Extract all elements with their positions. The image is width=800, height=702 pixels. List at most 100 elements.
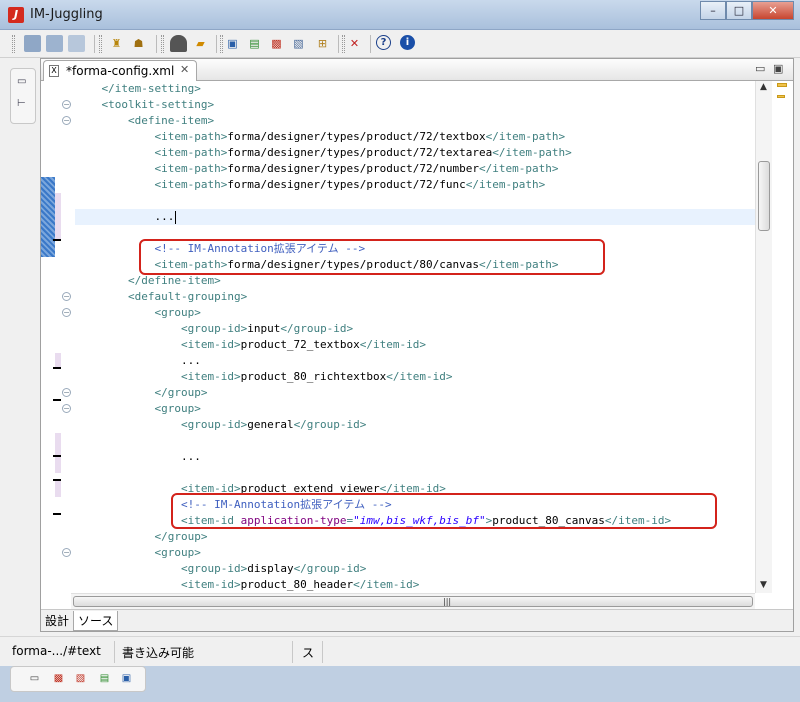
code-token: </group> [154,386,208,399]
code-token: general [247,418,294,431]
save-all-icon[interactable] [68,35,85,52]
code-line[interactable]: <group-id>general</group-id> [75,417,366,433]
image-edit-icon[interactable]: ▧ [290,35,307,52]
minimized-views-dock: ▭ ▩ ▧ ▤ ▣ [10,666,146,692]
code-token: <group-id> [180,418,248,431]
code-line[interactable]: <default-grouping> [75,289,247,305]
code-token: </item-id> [359,338,427,351]
tools-icon[interactable]: ✕ [346,35,363,52]
close-button[interactable]: ✕ [752,1,794,20]
vertical-scrollbar[interactable]: ▲ ▼ [755,81,772,593]
code-line[interactable]: </item-setting> [75,81,201,97]
image-view-icon[interactable]: ▩ [51,672,66,686]
restore-view-icon[interactable]: ▭ [17,77,29,87]
info-icon[interactable]: i [400,35,415,50]
code-token: display [247,562,294,575]
horizontal-scrollbar[interactable]: ||| [71,593,755,609]
editor-panel: X *forma-config.xml ✕ ▭ ▣ − − − − − − − … [40,58,794,632]
code-line[interactable]: <item-path>forma/designer/types/product/… [75,161,558,177]
status-node-path: forma-.../#text [12,644,101,658]
image-edit-view-icon[interactable]: ▧ [73,672,88,686]
change-indicator [41,177,55,257]
helmet-icon[interactable] [170,35,187,52]
horizontal-scroll-thumb[interactable] [73,596,753,607]
vertical-scroll-thumb[interactable] [758,161,770,231]
tab-design[interactable]: 設計 [41,611,73,631]
scroll-down-icon[interactable]: ▼ [760,580,767,590]
save-icon[interactable] [24,35,41,52]
warning-marker-icon[interactable] [777,83,787,87]
code-line[interactable]: </define-item> [75,273,221,289]
highlight-box-define-item [139,239,605,275]
minimize-button[interactable]: – [700,1,726,20]
code-line[interactable]: <group> [75,305,200,321]
help-icon[interactable]: ? [376,35,391,50]
tab-source[interactable]: ソース [73,611,119,631]
code-line[interactable]: <group-id>input</group-id> [75,321,353,337]
code-line[interactable]: ... [75,449,201,465]
server-view-icon[interactable]: ▤ [97,672,112,686]
code-line[interactable]: <group-id>display</group-id> [75,561,366,577]
code-line[interactable]: <group> [75,401,200,417]
code-token: </group> [154,530,208,543]
tree-icon[interactable]: ⊞ [314,35,331,52]
code-token: <item-path> [154,146,228,159]
code-token: <item-id> [180,370,241,383]
save-as-icon[interactable] [46,35,63,52]
code-line[interactable]: <item-path>forma/designer/types/product/… [75,129,565,145]
main-toolbar: ♜ ☗ ▰ ▣ ▤ ▩ ▧ ⊞ ✕ ? i [0,30,800,58]
properties-icon[interactable]: ☗ [130,35,147,52]
code-line[interactable]: <item-path>forma/designer/types/product/… [75,145,571,161]
maximize-button[interactable]: □ [726,1,752,20]
editor-tab[interactable]: X *forma-config.xml ✕ [43,60,197,82]
code-line[interactable]: ... [75,353,201,369]
xml-source-editor[interactable]: − − − − − − − </item-setting> <toolkit-s… [41,81,793,609]
minimize-panel-icon[interactable]: ▭ [755,62,765,75]
code-line[interactable]: <item-id>product_80_richtextbox</item-id… [75,369,453,385]
code-token: </item-path> [485,130,566,143]
code-token: forma/designer/types/product/72/textbox [227,130,486,143]
code-line[interactable]: <item-id>product_80_header</item-id> [75,577,419,593]
code-line[interactable]: <define-item> [75,113,214,129]
open-folder-icon[interactable]: ▰ [192,35,209,52]
code-line[interactable]: <group> [75,545,201,561]
add-server-icon[interactable]: ▤ [246,35,263,52]
title-bar: J IM-Juggling – □ ✕ [0,0,800,30]
deploy-icon[interactable]: ♜ [108,35,125,52]
code-token: product_80_richtextbox [240,370,387,383]
close-tab-icon[interactable]: ✕ [180,63,189,76]
code-token: input [247,322,281,335]
code-token: </item-setting> [101,82,201,95]
code-line[interactable]: </group> [75,385,207,401]
xml-file-icon: X [49,65,59,77]
code-token: <toolkit-setting> [101,98,215,111]
code-line[interactable]: ... [75,209,755,225]
status-extra: ス [302,646,315,660]
code-token: product_72_textbox [240,338,360,351]
highlight-box-grouping [171,493,717,529]
toolbar-grip-2[interactable] [99,35,102,53]
maximize-panel-icon[interactable]: ▣ [773,62,783,75]
outline-view-icon[interactable]: ⊢ [17,99,29,109]
monitor-icon[interactable]: ▣ [224,35,241,52]
code-line[interactable]: <item-path>forma/designer/types/product/… [75,177,545,193]
console-view-icon[interactable]: ▣ [119,672,134,686]
code-token: <item-path> [154,130,228,143]
overview-ruler[interactable] [773,81,793,593]
toolbar-grip[interactable] [12,35,15,53]
toolbar-grip-4[interactable] [220,35,223,53]
scroll-up-icon[interactable]: ▲ [760,82,767,92]
restore-icon[interactable]: ▭ [27,672,42,686]
code-line[interactable]: <toolkit-setting> [75,97,215,113]
toolbar-grip-3[interactable] [161,35,164,53]
toolbar-grip-5[interactable] [342,35,345,53]
image-icon[interactable]: ▩ [268,35,285,52]
code-line[interactable]: </group> [75,529,207,545]
code-token: <group> [154,546,201,559]
code-token: forma/designer/types/product/72/number [227,162,480,175]
code-token: <item-path> [154,162,228,175]
code-token: </group-id> [293,562,367,575]
code-token: ... [154,210,175,223]
code-token: product_80_header [240,578,354,591]
code-line[interactable]: <item-id>product_72_textbox</item-id> [75,337,426,353]
